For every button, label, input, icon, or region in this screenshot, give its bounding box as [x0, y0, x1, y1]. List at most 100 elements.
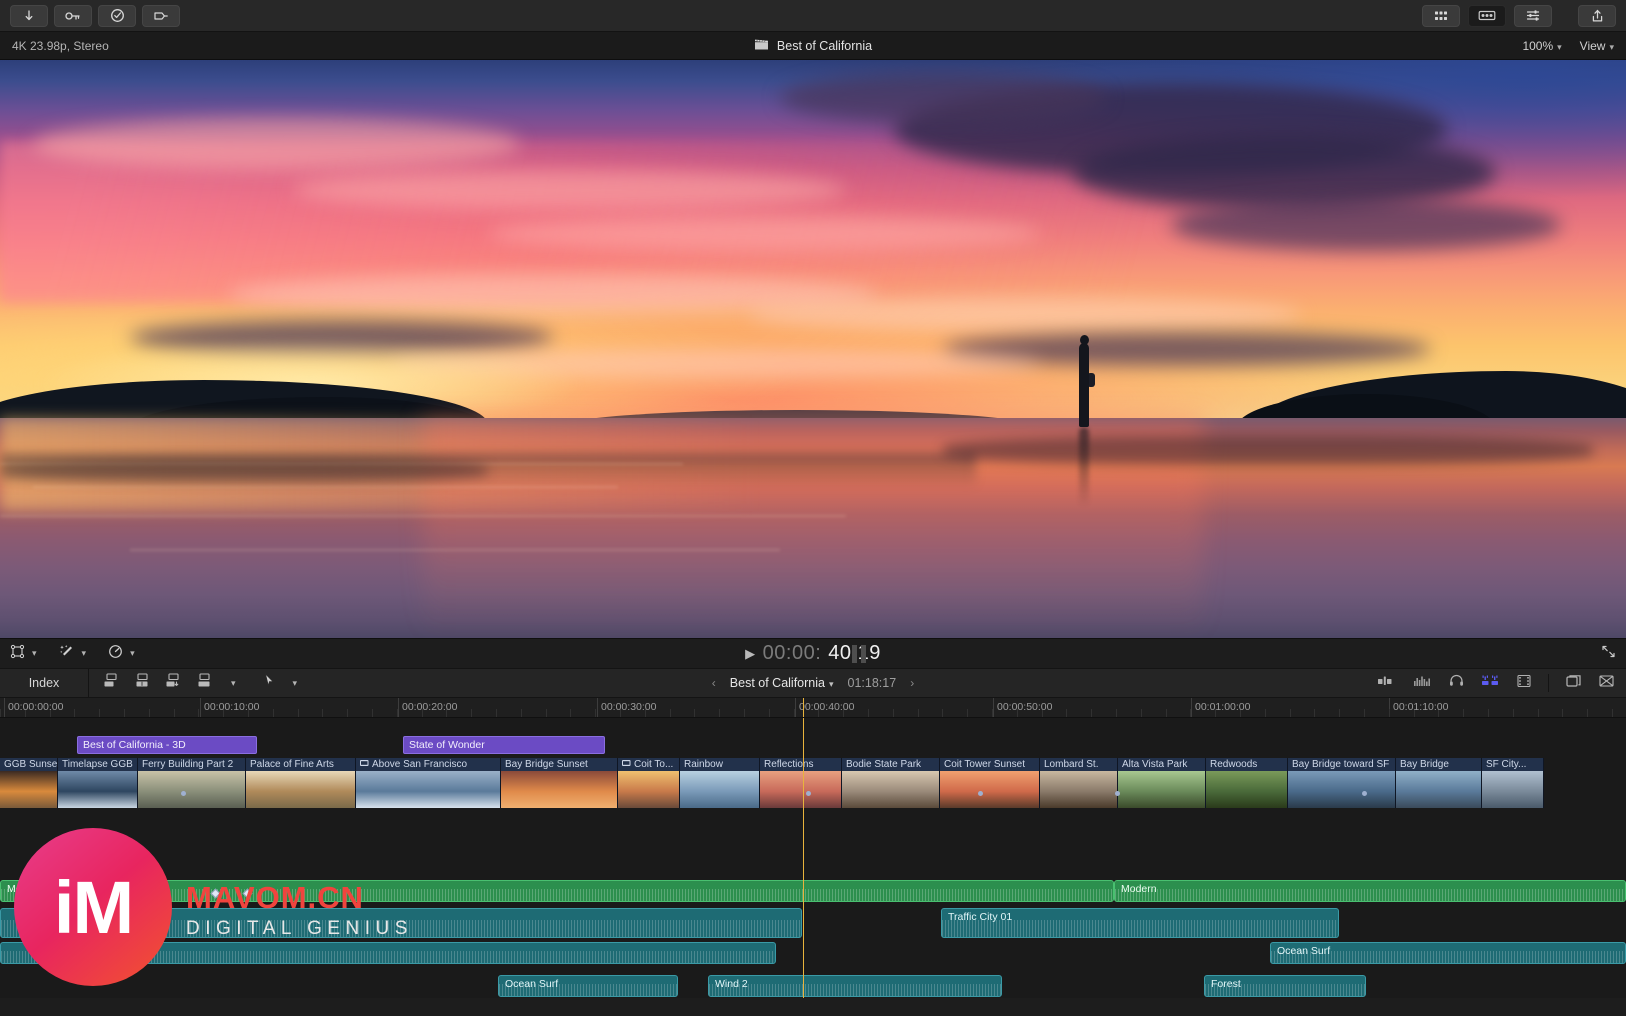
timeline-toolbar: Index ▾ ▾ ‹ Best of California ▾ 01:18:17…: [0, 668, 1626, 698]
ruler-label: 00:01:10:00: [1393, 701, 1449, 713]
video-clip[interactable]: Lombard St.: [1040, 758, 1118, 808]
import-media-button[interactable]: [10, 4, 48, 27]
view-menu[interactable]: View ▾: [1580, 39, 1614, 53]
ruler-minor-tick: [273, 709, 274, 717]
playhead-ruler[interactable]: [803, 698, 804, 717]
thumbnail: [28, 771, 57, 808]
info-bar: 4K 23.98p, Stereo Best of California 100…: [0, 32, 1626, 60]
ruler-minor-tick: [1314, 709, 1315, 717]
ruler-label: 00:00:00:00: [8, 701, 64, 713]
video-clip[interactable]: GGB Sunset: [0, 758, 58, 808]
water-ripple: [130, 549, 781, 552]
timeline-ruler[interactable]: 00:00:00:00 00:00:10:00 00:00:20:00 00:00:3…: [0, 698, 1626, 718]
skimming-audio-button[interactable]: [1481, 674, 1500, 692]
timeline-area[interactable]: Best of California - 3D State of Wonder G…: [0, 718, 1626, 998]
video-clip[interactable]: SF City...: [1482, 758, 1544, 808]
ruler-minor-tick: [595, 709, 596, 717]
thumbnail: [1040, 771, 1079, 808]
clip-marker[interactable]: [1362, 791, 1367, 796]
audio-clip[interactable]: Modern: [0, 880, 1114, 902]
clip-name: Bay Bridge Sunset: [505, 759, 588, 770]
playhead[interactable]: [803, 718, 804, 998]
inspector-button[interactable]: [1514, 4, 1552, 27]
main-toolbar: [0, 0, 1626, 32]
thumbnail: [138, 771, 174, 808]
clip-thumbnails: [501, 771, 617, 808]
browser-button[interactable]: [1422, 4, 1460, 27]
video-clip[interactable]: Reflections: [760, 758, 842, 808]
clip-name: Bodie State Park: [846, 759, 922, 770]
ruler-label: 00:01:00:00: [1195, 701, 1251, 713]
share-button[interactable]: [1578, 4, 1616, 27]
audio-clip[interactable]: Wind 2: [708, 975, 1002, 997]
keyword-button[interactable]: [54, 4, 92, 27]
audio-clip[interactable]: Ocean Surf: [498, 975, 678, 997]
fullscreen-button[interactable]: [1601, 644, 1616, 664]
audio-clip[interactable]: Forest: [1204, 975, 1366, 997]
thumbnail: [1246, 771, 1287, 808]
video-clip[interactable]: Bay Bridge: [1396, 758, 1482, 808]
pause-icon[interactable]: [852, 644, 866, 663]
video-clip[interactable]: Bay Bridge toward SF: [1288, 758, 1396, 808]
ruler-minor-tick: [1587, 709, 1588, 717]
timeline-window-button[interactable]: [1566, 674, 1582, 693]
audio-clip[interactable]: Traffic City 01: [941, 908, 1339, 938]
clip-thumbnails: [246, 771, 355, 808]
video-clip[interactable]: Bodie State Park: [842, 758, 940, 808]
thumbnail: [246, 771, 283, 808]
clip-marker[interactable]: [978, 791, 983, 796]
video-clip[interactable]: Above San Francisco: [356, 758, 501, 808]
timeline-button[interactable]: [1468, 4, 1506, 27]
headphones-button[interactable]: [1449, 674, 1464, 692]
ruler-minor-tick: [99, 709, 100, 717]
video-clip[interactable]: Bay Bridge Sunset: [501, 758, 618, 808]
clip-name: Alta Vista Park: [1122, 759, 1188, 770]
retime-button[interactable]: [142, 4, 180, 27]
audio-clip[interactable]: [0, 942, 776, 964]
video-clip[interactable]: Rainbow: [680, 758, 760, 808]
video-clip[interactable]: Timelapse GGB: [58, 758, 138, 808]
audio-clip[interactable]: Modern: [1114, 880, 1626, 902]
video-clip[interactable]: Redwoods: [1206, 758, 1288, 808]
clip-thumbnails: [1206, 771, 1287, 808]
clip-thumbnails: [1118, 771, 1205, 808]
audio-meters-button[interactable]: [1413, 674, 1432, 692]
clip-thumbnails: [680, 771, 759, 808]
title-clip[interactable]: Best of California - 3D: [77, 736, 257, 754]
clip-thumbnails: [1482, 771, 1543, 808]
rating-favorite-button[interactable]: [98, 4, 136, 27]
clip-name: Redwoods: [1210, 759, 1258, 770]
next-project-button[interactable]: ›: [910, 676, 914, 690]
filmstrip-button[interactable]: [1517, 674, 1531, 693]
ruler-label: 00:00:10:00: [204, 701, 260, 713]
audio-clip[interactable]: Ocean Surf: [1270, 942, 1626, 964]
clip-name: Coit To...: [618, 758, 679, 772]
video-clip[interactable]: Coit Tower Sunset: [940, 758, 1040, 808]
viewer-canvas[interactable]: [0, 60, 1626, 638]
video-clip[interactable]: Ferry Building Part 2: [138, 758, 246, 808]
ruler-minor-tick: [1538, 709, 1539, 717]
clip-marker[interactable]: [806, 791, 811, 796]
clip-appearance-button[interactable]: [1377, 674, 1396, 692]
video-clip[interactable]: Palace of Fine Arts: [246, 758, 356, 808]
previous-project-button[interactable]: ‹: [712, 676, 716, 690]
timeline-right-tools: [1377, 674, 1626, 693]
thumbnail: [940, 771, 973, 808]
video-clip[interactable]: Coit To...: [618, 758, 680, 808]
clip-name: Rainbow: [684, 759, 723, 770]
ruler-minor-tick: [471, 709, 472, 717]
thumbnail: [618, 771, 649, 808]
project-duration: 01:18:17: [847, 676, 897, 690]
audio-clip[interactable]: [0, 908, 802, 938]
chevron-down-icon: ▾: [1557, 41, 1562, 52]
transition-button[interactable]: [1599, 674, 1614, 693]
title-clip[interactable]: State of Wonder: [403, 736, 605, 754]
timeline-project-menu[interactable]: Best of California ▾: [730, 676, 834, 690]
zoom-level-menu[interactable]: 100% ▾: [1522, 39, 1561, 53]
clip-name: Reflections: [764, 759, 814, 770]
video-clip[interactable]: Alta Vista Park: [1118, 758, 1206, 808]
clip-marker[interactable]: [1115, 791, 1120, 796]
clip-marker[interactable]: [181, 791, 186, 796]
thumbnail: [464, 771, 500, 808]
clip-name: Ferry Building Part 2: [142, 759, 234, 770]
